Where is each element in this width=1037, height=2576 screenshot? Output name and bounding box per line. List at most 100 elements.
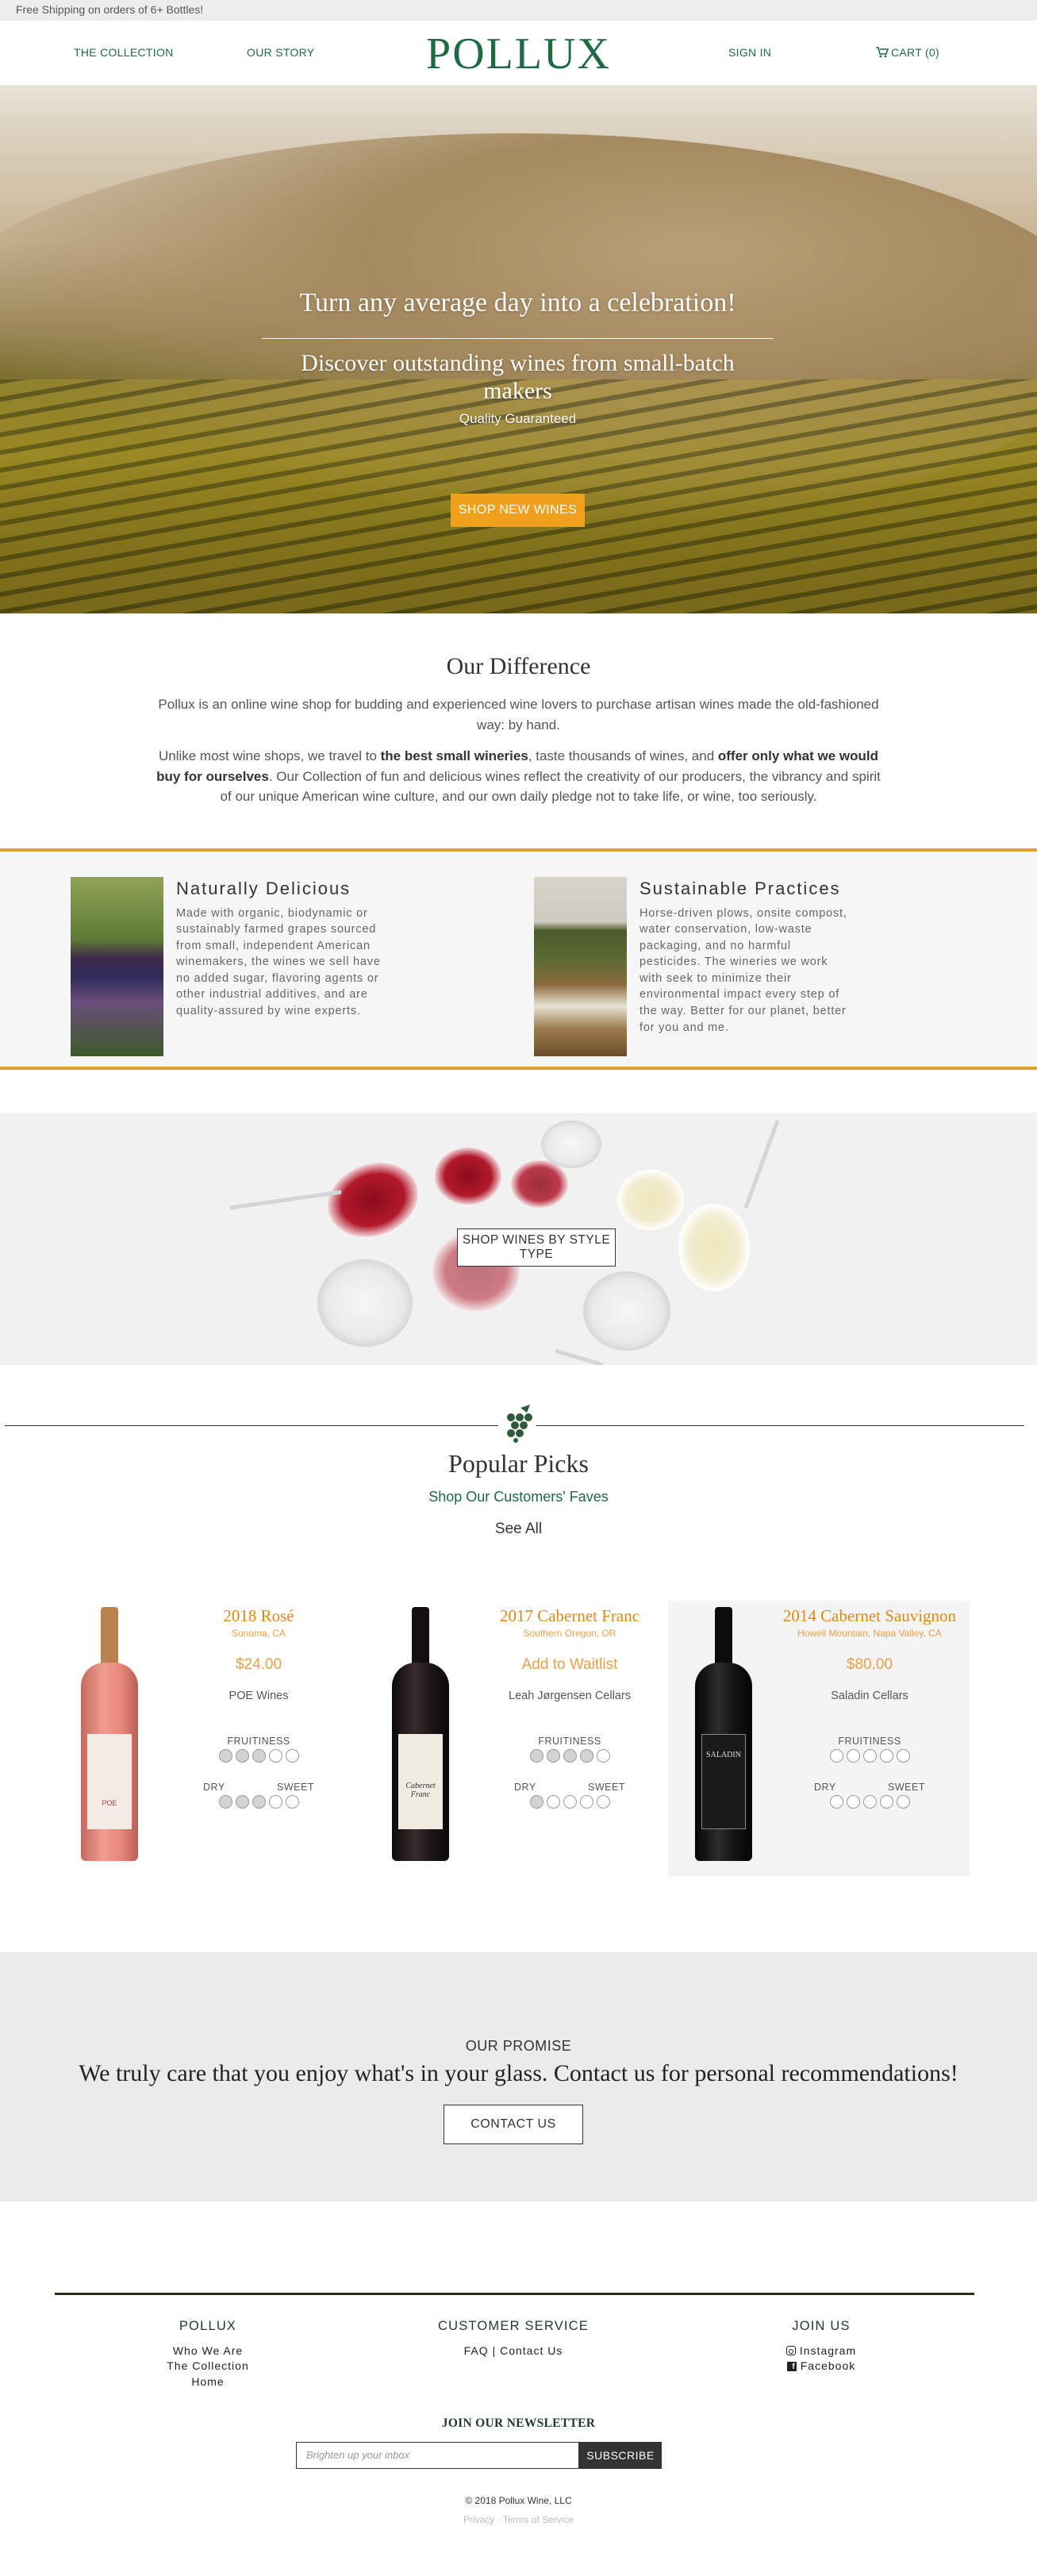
difference-heading: Our Difference bbox=[446, 653, 591, 679]
sweetness-labels: DRY SWEET bbox=[514, 1782, 625, 1793]
wine-glasses-banner: SHOP WINES BY STYLE TYPE bbox=[0, 1112, 1037, 1365]
sweet-label: SWEET bbox=[277, 1781, 314, 1793]
newsletter-email-input[interactable] bbox=[296, 2441, 579, 2469]
cart-label[interactable]: CART (0) bbox=[891, 46, 939, 59]
privacy-link[interactable]: Privacy bbox=[463, 2514, 494, 2525]
product-name[interactable]: 2017 Cabernet Franc bbox=[474, 1605, 665, 1626]
scale-dot bbox=[579, 1794, 593, 1809]
add-to-waitlist-link[interactable]: Add to Waitlist bbox=[474, 1656, 665, 1674]
fruitiness-scale bbox=[163, 1748, 354, 1763]
scale-dot bbox=[596, 1794, 610, 1809]
scale-dot bbox=[529, 1794, 543, 1809]
fruitiness-scale bbox=[774, 1748, 965, 1763]
scale-dot bbox=[579, 1748, 593, 1763]
scale-dot bbox=[546, 1794, 560, 1809]
wine-bottle-image[interactable]: SALADIN bbox=[692, 1606, 755, 1861]
feature-naturally-delicious: Naturally Delicious Made with organic, b… bbox=[71, 876, 390, 1056]
fruitiness-label: FRUITINESS bbox=[227, 1735, 290, 1747]
hero-content: Turn any average day into a celebration!… bbox=[262, 286, 774, 528]
scale-dot bbox=[596, 1748, 610, 1763]
sweetness-scale bbox=[163, 1794, 354, 1809]
dry-label: DRY bbox=[514, 1781, 536, 1793]
scale-dot bbox=[829, 1748, 843, 1763]
grape-harvest-image bbox=[71, 876, 163, 1056]
fruitiness-label: FRUITINESS bbox=[538, 1735, 601, 1747]
scale-dot bbox=[829, 1794, 843, 1809]
sweetness-labels: DRY SWEET bbox=[203, 1782, 314, 1793]
shop-new-wines-button[interactable]: SHOP NEW WINES bbox=[450, 494, 586, 528]
popular-subheading: Shop Our Customers' Faves bbox=[428, 1488, 609, 1505]
difference-text: Unlike most wine shops, we travel to bbox=[158, 748, 381, 763]
footer-link-faq-contact[interactable]: FAQ | Contact Us bbox=[394, 2343, 632, 2359]
product-maker: Leah Jørgensen Cellars bbox=[509, 1689, 631, 1702]
footer-divider bbox=[55, 2292, 974, 2295]
announcement-bar: Free Shipping on orders of 6+ Bottles! bbox=[0, 0, 1037, 21]
facebook-label[interactable]: Facebook bbox=[801, 2359, 855, 2374]
shop-by-style-button[interactable]: SHOP WINES BY STYLE TYPE bbox=[457, 1228, 616, 1267]
instagram-label[interactable]: Instagram bbox=[800, 2343, 856, 2359]
scale-dot bbox=[563, 1794, 577, 1809]
instagram-link[interactable]: Instagram bbox=[702, 2343, 940, 2359]
newsletter-form: SUBSCRIBE bbox=[296, 2441, 662, 2469]
scale-dot bbox=[218, 1794, 232, 1809]
contact-us-button[interactable]: CONTACT US bbox=[444, 2104, 583, 2144]
scale-dot bbox=[563, 1748, 577, 1763]
footer-col-pollux: POLLUX Who We Are The Collection Home bbox=[89, 2319, 327, 2390]
product-card[interactable]: Cabernet Franc 2017 Cabernet Franc South… bbox=[363, 1601, 657, 1876]
bottle-label: Cabernet Franc bbox=[398, 1733, 443, 1829]
fruitiness-scale bbox=[474, 1748, 665, 1763]
site-footer: POLLUX Who We Are The Collection Home CU… bbox=[0, 2201, 1037, 2553]
bottle-label: SALADIN bbox=[701, 1733, 746, 1829]
scale-dot bbox=[846, 1794, 860, 1809]
footer-link-home[interactable]: Home bbox=[89, 2374, 327, 2390]
footer-link-who-we-are[interactable]: Who We Are bbox=[89, 2343, 327, 2359]
product-region: Sonoma, CA bbox=[231, 1627, 286, 1639]
product-info: 2017 Cabernet Franc Southern Oregon, OR … bbox=[474, 1601, 665, 1809]
terms-link[interactable]: Terms of Service bbox=[503, 2514, 574, 2525]
grapes-icon bbox=[498, 1404, 536, 1446]
sweetness-scale bbox=[474, 1794, 665, 1809]
product-card[interactable]: SALADIN 2014 Cabernet Sauvignon Howell M… bbox=[668, 1600, 970, 1876]
product-name[interactable]: 2018 Rosé bbox=[163, 1605, 354, 1626]
copyright: © 2018 Pollux Wine, LLC bbox=[465, 2494, 572, 2506]
difference-paragraph-1: Pollux is an online wine shop for buddin… bbox=[158, 697, 879, 732]
feature-title: Sustainable Practices bbox=[639, 878, 841, 898]
scale-dot bbox=[268, 1794, 282, 1809]
scale-dot bbox=[896, 1748, 910, 1763]
newsletter-heading: JOIN OUR NEWSLETTER bbox=[441, 2416, 596, 2430]
popular-heading: Popular Picks bbox=[448, 1448, 589, 1478]
product-region: Howell Mountain, Napa Valley, CA bbox=[797, 1627, 942, 1639]
see-all-link[interactable]: See All bbox=[0, 1521, 1037, 1538]
scale-dot bbox=[862, 1748, 877, 1763]
footer-heading: JOIN US bbox=[792, 2318, 851, 2333]
footer-col-join-us: JOIN US Instagram f Facebook bbox=[702, 2319, 940, 2374]
scale-dot bbox=[235, 1748, 249, 1763]
wine-bottle-image[interactable]: Cabernet Franc bbox=[389, 1606, 452, 1861]
facebook-link[interactable]: f Facebook bbox=[702, 2359, 940, 2374]
wine-bottle-image[interactable]: POE bbox=[78, 1606, 141, 1861]
legal-links: Privacy · Terms of Service bbox=[0, 2514, 1037, 2525]
product-name[interactable]: 2014 Cabernet Sauvignon bbox=[774, 1605, 965, 1626]
scale-dot bbox=[285, 1748, 299, 1763]
product-maker: POE Wines bbox=[229, 1689, 289, 1702]
cart-link[interactable]: CART (0) bbox=[876, 46, 939, 59]
vineyard-worker-image bbox=[534, 876, 627, 1056]
scale-dot bbox=[879, 1748, 893, 1763]
our-promise-section: OUR PROMISE We truly care that you enjoy… bbox=[0, 1951, 1037, 2201]
subscribe-button[interactable]: SUBSCRIBE bbox=[579, 2441, 662, 2469]
instagram-icon bbox=[785, 2346, 796, 2356]
feature-title: Naturally Delicious bbox=[176, 878, 351, 898]
product-maker: Saladin Cellars bbox=[831, 1689, 908, 1702]
logo-text[interactable]: POLLUX bbox=[426, 32, 611, 76]
scale-dot bbox=[285, 1794, 299, 1809]
announcement-text: Free Shipping on orders of 6+ Bottles! bbox=[16, 3, 204, 16]
scale-dot bbox=[896, 1794, 910, 1809]
nav-sign-in[interactable]: SIGN IN bbox=[728, 46, 771, 59]
feature-sustainable-practices: Sustainable Practices Horse-driven plows… bbox=[534, 876, 854, 1056]
product-region: Southern Oregon, OR bbox=[523, 1627, 616, 1639]
footer-link-the-collection[interactable]: The Collection bbox=[89, 2359, 327, 2374]
feature-body: Made with organic, biodynamic or sustain… bbox=[176, 906, 381, 1017]
facebook-icon: f bbox=[786, 2361, 797, 2371]
scale-dot bbox=[862, 1794, 877, 1809]
product-card[interactable]: POE 2018 Rosé Sonoma, CA $24.00 POE Wine… bbox=[52, 1601, 346, 1876]
